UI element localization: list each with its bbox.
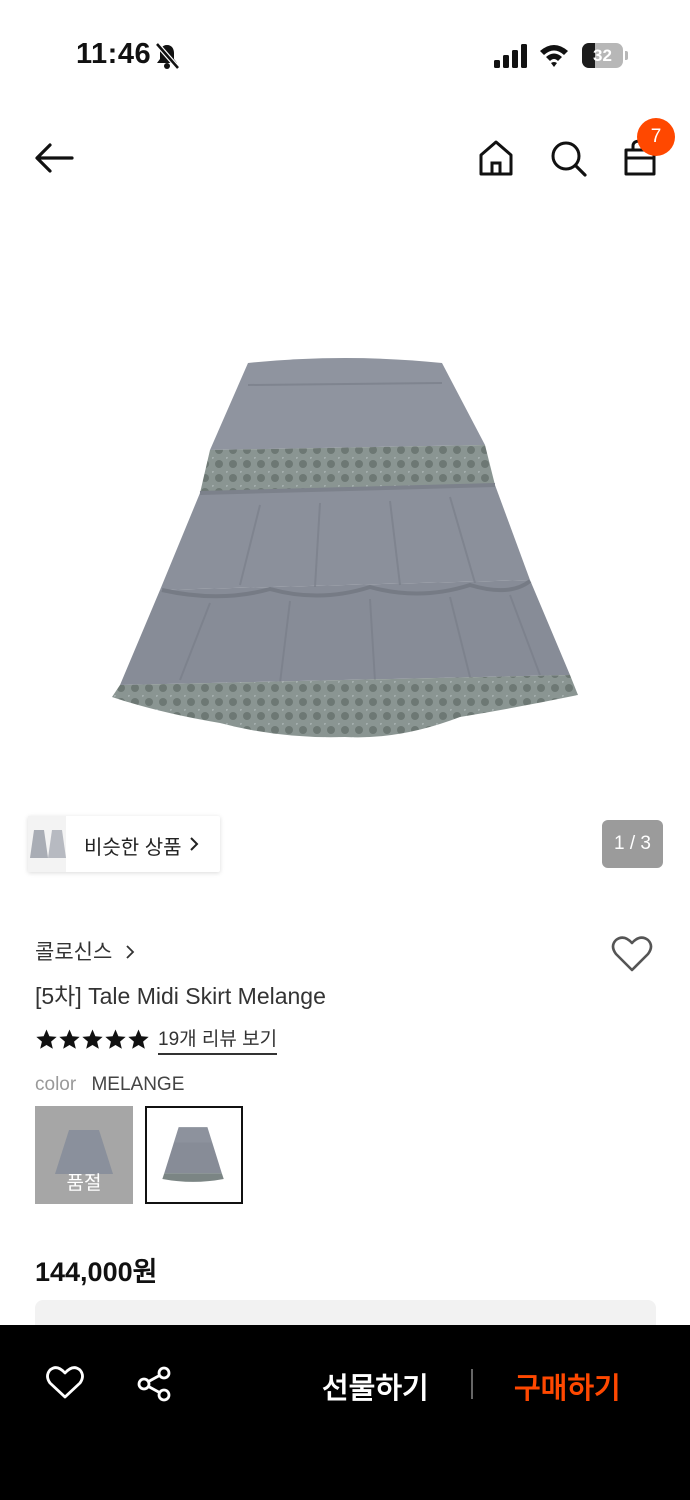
image-counter: 1 / 3 [602,820,663,868]
star-icon [128,1028,149,1049]
top-nav: 7 [0,118,690,200]
swatch-thumbnail [162,1127,224,1182]
wifi-icon [540,45,568,67]
bottom-action-bar: 선물하기 구매하기 [0,1325,690,1500]
color-swatch-soldout[interactable]: 품절 [35,1106,133,1204]
color-row: color MELANGE [35,1074,184,1096]
divider [471,1369,473,1399]
rating-stars [35,1028,150,1051]
star-icon [105,1028,126,1049]
brand-name: 콜로신스 [35,941,113,964]
cart-count-badge: 7 [637,118,675,156]
signal-icon [494,44,527,68]
status-bar: 11:46 32 [0,0,690,110]
product-name: [5차] Tale Midi Skirt Melange [35,983,326,1009]
star-icon [36,1028,57,1049]
star-icon [82,1028,103,1049]
battery-indicator: 32 [582,43,628,68]
status-time: 11:46 [76,38,152,70]
home-icon [479,140,513,176]
soldout-label: 품절 [66,1173,102,1194]
similar-products-button[interactable]: 비슷한 상품 [28,816,220,872]
buy-button[interactable]: 구매하기 [514,1365,621,1407]
battery-percent: 32 [593,46,612,65]
similar-thumbnail [28,816,66,872]
heart-icon[interactable] [45,1365,85,1401]
gift-button[interactable]: 선물하기 [322,1365,429,1407]
rating-row: 19개 리뷰 보기 [35,1024,278,1055]
product-image[interactable] [100,345,590,755]
search-button[interactable] [546,136,590,180]
color-swatch-melange[interactable] [145,1106,243,1204]
color-value: MELANGE [91,1074,185,1095]
wishlist-heart-icon[interactable] [610,934,654,974]
star-icon [59,1028,80,1049]
search-icon [551,141,587,177]
product-price: 144,000원 [35,1257,158,1287]
review-link[interactable]: 19개 리뷰 보기 [158,1024,278,1055]
chevron-right-icon [190,837,199,851]
chevron-right-icon [126,945,135,959]
back-arrow-icon [35,143,74,173]
color-label: color [35,1074,77,1095]
home-button[interactable] [474,136,518,180]
bell-muted-icon [155,42,180,70]
similar-products-label: 비슷한 상품 [84,837,182,859]
back-button[interactable] [30,136,80,180]
share-icon[interactable] [135,1365,173,1403]
brand-link[interactable]: 콜로신스 [35,936,135,966]
